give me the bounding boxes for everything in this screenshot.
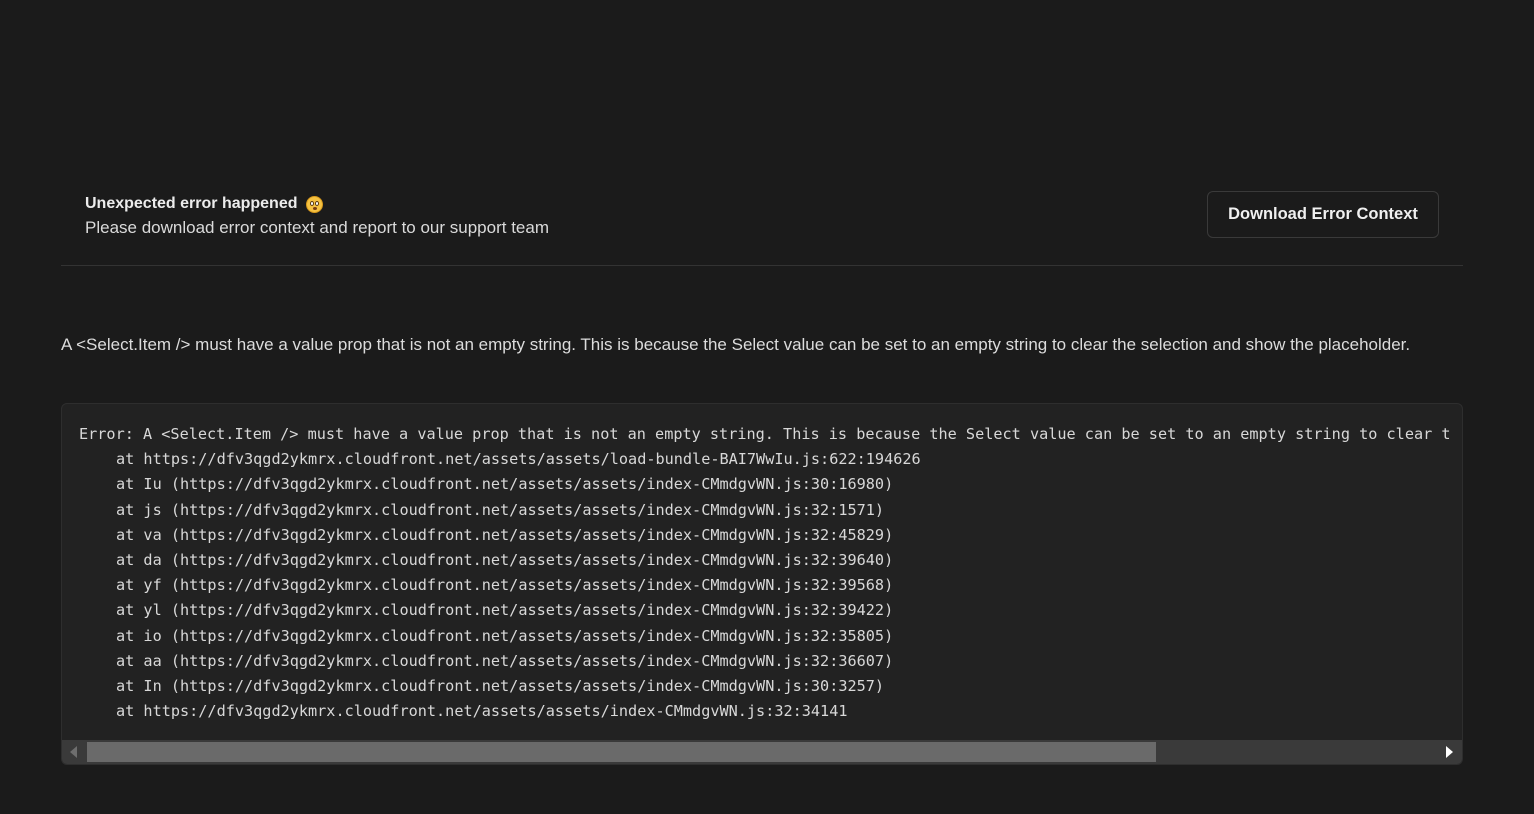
stack-frame: at js (https://dfv3qgd2ykmrx.cloudfront.… (116, 500, 885, 519)
scroll-right-arrow-icon[interactable] (1446, 746, 1453, 758)
error-message: A <Select.Item /> must have a value prop… (61, 335, 1411, 354)
stack-frame: at yl (https://dfv3qgd2ykmrx.cloudfront.… (116, 601, 894, 620)
error-header: Unexpected error happened Please downloa… (61, 190, 1463, 266)
stack-frame: at aa (https://dfv3qgd2ykmrx.cloudfront.… (116, 651, 894, 670)
stack-frame: at In (https://dfv3qgd2ykmrx.cloudfront.… (116, 677, 885, 696)
download-error-context-button[interactable]: Download Error Context (1207, 191, 1439, 238)
stack-frame: at io (https://dfv3qgd2ykmrx.cloudfront.… (116, 626, 894, 645)
stack-frame: at https://dfv3qgd2ykmrx.cloudfront.net/… (116, 702, 848, 721)
scrollbar-thumb[interactable] (87, 742, 1156, 762)
stack-frame: at va (https://dfv3qgd2ykmrx.cloudfront.… (116, 525, 894, 544)
scroll-left-arrow-icon[interactable] (70, 746, 77, 758)
stack-trace-header: Error: A <Select.Item /> must have a val… (79, 425, 1451, 443)
error-page: Unexpected error happened Please downloa… (0, 0, 1534, 814)
stack-frame: at https://dfv3qgd2ykmrx.cloudfront.net/… (116, 450, 921, 469)
error-header-text: Unexpected error happened Please downloa… (85, 193, 549, 238)
error-subtitle: Please download error context and report… (85, 218, 549, 237)
emoji-mouth (312, 206, 317, 210)
stack-frame: at yf (https://dfv3qgd2ykmrx.cloudfront.… (116, 576, 894, 595)
error-title-row: Unexpected error happened (85, 193, 549, 215)
emoji-right-eye (314, 200, 319, 206)
stack-trace: Error: A <Select.Item /> must have a val… (62, 404, 1462, 724)
stack-frame: at Iu (https://dfv3qgd2ykmrx.cloudfront.… (116, 475, 894, 494)
horizontal-scrollbar[interactable] (62, 740, 1462, 764)
stack-trace-scroll-area[interactable]: Error: A <Select.Item /> must have a val… (62, 404, 1462, 740)
stack-trace-panel: Error: A <Select.Item /> must have a val… (61, 403, 1463, 765)
error-title: Unexpected error happened (85, 195, 298, 212)
stack-frame: at da (https://dfv3qgd2ykmrx.cloudfront.… (116, 551, 894, 570)
flushed-face-icon (305, 195, 323, 213)
emoji-left-eye (309, 200, 314, 206)
